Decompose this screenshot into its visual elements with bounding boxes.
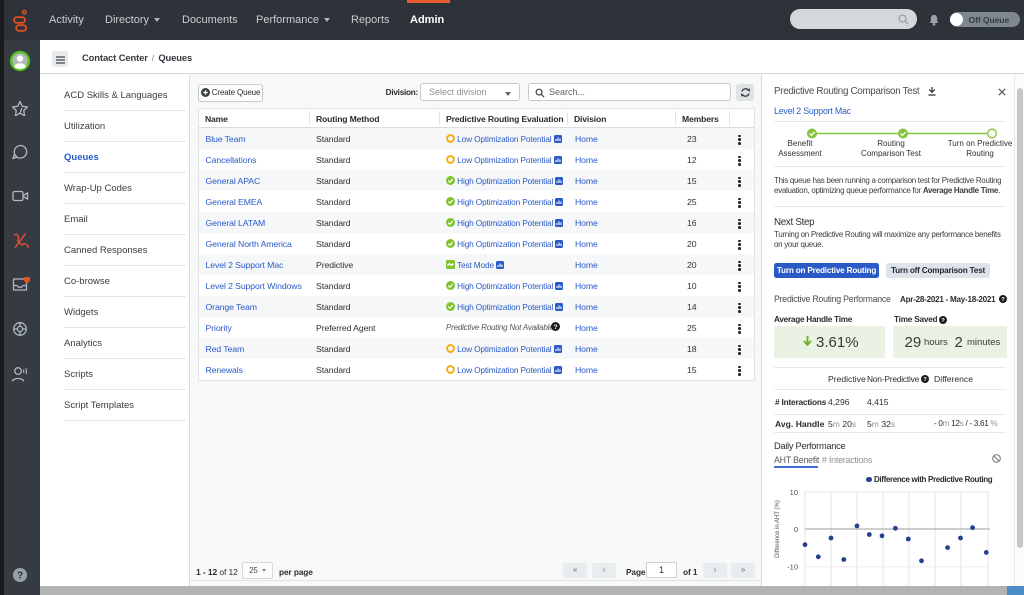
svg-text:?: ? <box>17 570 23 581</box>
svg-text:Difference in AHT (%): Difference in AHT (%) <box>775 500 781 558</box>
svg-text:?: ? <box>941 318 945 324</box>
svg-text:10: 10 <box>790 488 798 497</box>
svg-text:-10: -10 <box>787 563 798 572</box>
svg-text:?: ? <box>923 377 927 383</box>
svg-text:0: 0 <box>794 525 798 534</box>
svg-text:?: ? <box>1001 297 1005 303</box>
svg-text:?: ? <box>554 324 558 331</box>
